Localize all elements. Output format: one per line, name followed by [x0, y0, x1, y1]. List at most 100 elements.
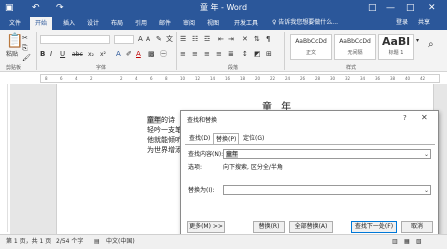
doc-line: 童年的诗	[147, 116, 175, 125]
ruler-tick: 28	[315, 76, 321, 81]
distribute-icon[interactable]: ≣	[228, 50, 234, 59]
styles-scroll-icon[interactable]: ▾	[416, 36, 419, 45]
help-icon[interactable]: ?	[403, 114, 407, 122]
align-center-icon[interactable]: ≡	[192, 50, 198, 59]
cancel-button[interactable]: 取消	[401, 221, 433, 233]
sort-icon[interactable]: ⇅	[254, 35, 260, 44]
find-icon[interactable]: ⌕	[428, 40, 434, 50]
ruler-tick: 30	[330, 76, 336, 81]
share-button[interactable]: 共享	[418, 17, 430, 29]
font-color-button[interactable]: A	[136, 50, 141, 59]
ribbon-display-icon[interactable]: □	[368, 2, 377, 14]
justify-icon[interactable]: ≡	[216, 50, 222, 59]
replace-input[interactable]: ⌄	[223, 185, 431, 195]
close-button[interactable]: ✕	[428, 2, 436, 14]
align-left-icon[interactable]: ≡	[180, 50, 186, 59]
tab-insert[interactable]: 插入	[58, 17, 80, 30]
tab-mailings[interactable]: 邮件	[154, 17, 176, 30]
tab-review[interactable]: 审阅	[178, 17, 200, 30]
maximize-button[interactable]: □	[406, 2, 415, 14]
find-next-button[interactable]: 查找下一处(F)	[351, 221, 397, 233]
tab-file[interactable]: 文件	[4, 17, 26, 30]
find-input[interactable]: 童年 ⌄	[223, 149, 431, 159]
tab-goto[interactable]: 定位(G)	[241, 133, 266, 144]
read-mode-icon[interactable]: ▥	[392, 237, 398, 247]
enclose-char-icon[interactable]: ㊀	[160, 50, 167, 59]
phonetic-icon[interactable]: 文	[166, 35, 173, 44]
multilevel-list-icon[interactable]: ☲	[204, 35, 210, 44]
proofing-icon[interactable]: ▤	[94, 237, 100, 247]
vertical-ruler[interactable]	[2, 84, 8, 232]
borders-icon[interactable]: ⊞	[266, 50, 272, 59]
word-count[interactable]: 2/54 个字	[56, 237, 83, 247]
italic-button[interactable]: I	[50, 50, 52, 59]
tab-replace[interactable]: 替换(P)	[213, 133, 240, 144]
web-layout-icon[interactable]: ▧	[416, 237, 422, 247]
line-spacing-icon[interactable]: ↕	[242, 50, 248, 59]
style-no-spacing[interactable]: AaBbCcDd 无间隔	[334, 34, 376, 60]
underline-button[interactable]: U	[60, 50, 65, 59]
decrease-indent-icon[interactable]: ⇤	[218, 35, 224, 44]
grow-font-icon[interactable]: A	[138, 35, 143, 44]
chinese-layout-icon[interactable]: ✕	[242, 35, 248, 44]
shading-icon[interactable]: ◩	[254, 50, 261, 59]
ruler-tick: 4	[75, 76, 78, 81]
format-painter-icon[interactable]: 🖌	[22, 54, 31, 63]
replace-button[interactable]: 替换(R)	[253, 221, 285, 233]
style-heading-1[interactable]: AaBl 标题 1	[378, 34, 414, 60]
more-button[interactable]: 更多(M) >>	[187, 221, 225, 233]
style-sample: AaBl	[381, 35, 411, 48]
tab-find[interactable]: 查找(D)	[187, 133, 212, 144]
styles-group-label: 样式	[346, 65, 357, 71]
char-shading-icon[interactable]: ▩	[148, 50, 155, 59]
print-layout-icon[interactable]: ▦	[404, 237, 410, 247]
ruler-tick: 8	[165, 76, 168, 81]
options-value: 向下搜索, 区分全/半角	[223, 164, 283, 171]
strikethrough-button[interactable]: abc	[72, 50, 83, 59]
bullets-icon[interactable]: ☰	[180, 35, 186, 44]
divider	[36, 32, 37, 70]
paste-label[interactable]: 粘贴	[6, 50, 18, 59]
bold-button[interactable]: B	[40, 50, 45, 59]
cut-icon[interactable]: ✂	[22, 34, 28, 43]
tab-layout[interactable]: 布局	[106, 17, 128, 30]
status-bar: 第 1 页，共 1 页 2/54 个字 ▤ 中文(中国) ▥ ▦ ▧	[0, 234, 447, 249]
signin-link[interactable]: 登录	[396, 17, 408, 29]
close-icon[interactable]: ✕	[421, 113, 428, 122]
language-status[interactable]: 中文(中国)	[106, 237, 135, 247]
style-normal[interactable]: AaBbCcDd 正文	[290, 34, 332, 60]
superscript-button[interactable]: x²	[100, 50, 106, 59]
show-marks-icon[interactable]: ¶	[266, 35, 270, 44]
replace-all-button[interactable]: 全部替换(A)	[289, 221, 333, 233]
clear-format-icon[interactable]: ✎	[156, 35, 162, 44]
tab-developer[interactable]: 开发工具	[228, 17, 264, 30]
find-replace-dialog: 查找和替换 ? ✕ 查找(D) 替换(P) 定位(G) 查找内容(N): 童年 …	[180, 110, 439, 238]
chevron-down-icon[interactable]: ⌄	[424, 186, 429, 195]
increase-indent-icon[interactable]: ⇥	[228, 35, 234, 44]
font-name-select[interactable]	[40, 35, 110, 44]
align-right-icon[interactable]: ≡	[204, 50, 210, 59]
highlight-icon[interactable]: ✐	[126, 50, 132, 59]
horizontal-ruler[interactable]: 8 6 4 2 2 4 6 8 10 12 14 16 18 20 22 24 26 28 30 32 34 36 38 40…	[40, 74, 440, 83]
ruler-tick: 36	[375, 76, 381, 81]
dialog-title: 查找和替换	[187, 117, 218, 124]
ruler-tick: 18	[240, 76, 246, 81]
style-sample: AaBbCcDd	[339, 38, 371, 45]
copy-icon[interactable]: ⎘	[22, 44, 28, 53]
page-count[interactable]: 第 1 页，共 1 页	[6, 237, 51, 247]
subscript-button[interactable]: x₂	[88, 50, 94, 59]
numbering-icon[interactable]: ☷	[192, 35, 198, 44]
doc-line-text: 的诗	[161, 116, 175, 124]
tab-home[interactable]: 开始	[30, 17, 52, 30]
chevron-down-icon[interactable]: ⌄	[424, 150, 429, 159]
minimize-button[interactable]: —	[386, 2, 395, 14]
tab-design[interactable]: 设计	[82, 17, 104, 30]
text-effects-button[interactable]: A	[116, 50, 121, 59]
paste-icon[interactable]: 📋	[6, 33, 23, 49]
tab-references[interactable]: 引用	[130, 17, 152, 30]
tell-me-box[interactable]: ♀ 告诉我您想要做什么...	[272, 17, 338, 29]
ruler-tick: 40	[405, 76, 411, 81]
shrink-font-icon[interactable]: A	[146, 35, 150, 44]
tab-view[interactable]: 视图	[202, 17, 224, 30]
font-size-select[interactable]	[114, 35, 134, 44]
